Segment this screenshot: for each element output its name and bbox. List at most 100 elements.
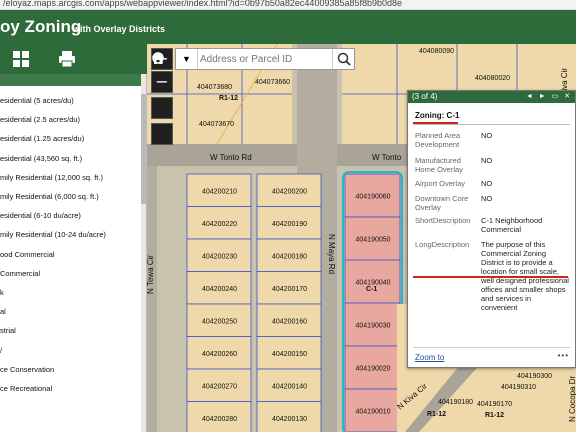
parcel-label: 404200220 (202, 221, 237, 228)
map-view[interactable]: 404200210 404200220 404200230 404200240 4042… (147, 44, 576, 432)
parcel-label: 404200260 (202, 351, 237, 358)
attribute-key: Downtown Core Overlay (415, 194, 469, 212)
legend-item[interactable]: esidential (2.5 acres/du) (0, 115, 80, 124)
parcel-label: 404200130 (272, 416, 307, 423)
more-actions-button[interactable]: ••• (558, 351, 569, 360)
search-widget: ▼ (175, 48, 355, 70)
print-icon[interactable] (58, 50, 76, 68)
legend-item[interactable]: ce Conservation (0, 365, 54, 374)
legend-item[interactable]: / (0, 346, 2, 355)
legend-item[interactable]: mily Residential (6,000 sq. ft.) (0, 192, 99, 201)
legend-item[interactable]: al (0, 307, 6, 316)
zone-label: R1-12 (219, 95, 238, 102)
parcel-label: 404190060 (356, 194, 391, 201)
attribute-key: Airport Overlay (415, 179, 466, 188)
parcel-block-c1[interactable]: 4041900604041900504041900404041900304041… (342, 171, 403, 432)
parcel-label: 404073670 (199, 121, 234, 128)
parcel-label: 404200200 (272, 188, 307, 195)
home-button[interactable] (151, 52, 173, 119)
road-label: N Maya Rd (327, 234, 336, 274)
parcel-label: 404190010 (356, 409, 391, 416)
parcel-label: 404080090 (419, 48, 454, 55)
legend-item[interactable]: esidential (43,560 sq. ft.) (0, 154, 82, 163)
parcel-label: 404190030 (356, 323, 391, 330)
popup-header: (3 of 4) ◄ ► ▭ ✕ (408, 91, 575, 103)
parcel-label: 404200240 (202, 286, 237, 293)
scrollbar-thumb[interactable] (141, 94, 146, 204)
popup-divider (413, 124, 570, 125)
zoom-out-button[interactable]: − (151, 71, 173, 93)
parcel-label: 404200160 (272, 318, 307, 325)
parcel-label: 404200250 (202, 318, 237, 325)
legend-item[interactable]: ce Recreational (0, 384, 52, 393)
popup-title: Zoning: C-1 (415, 111, 460, 120)
attribute-value: NO (481, 194, 493, 203)
parcel-label: 404190310 (501, 384, 536, 391)
legend-item[interactable]: strial (0, 326, 16, 335)
parcel-label: 404190180 (438, 399, 473, 406)
attribute-key: ShortDescription (415, 216, 471, 225)
legend-item[interactable]: mily Residential (10-24 du/acre) (0, 230, 106, 239)
parcel-label: 404190050 (356, 237, 391, 244)
parcel-label: 404190300 (517, 373, 552, 380)
road-label: N Cocopa Dr (568, 375, 576, 422)
parcel-label: 404200180 (272, 253, 307, 260)
attribute-value: NO (481, 179, 493, 188)
legend-panel: esidential (5 acres/du) esidential (2.5 a… (0, 74, 147, 432)
map-controls: + − (151, 48, 173, 146)
legend-item[interactable]: k (0, 288, 4, 297)
road-label: W Tonto (372, 153, 402, 162)
attribute-value: NO (481, 156, 493, 165)
road-label: N Tewa Cir (147, 255, 155, 294)
road-n-tewa (147, 166, 157, 432)
attribute-value: NO (481, 131, 493, 140)
parcel-block-left: 404200210 404200220 404200230 404200240 4042… (186, 173, 252, 432)
parcel-label: 404200280 (202, 416, 237, 423)
legend-item[interactable]: esidential (5 acres/du) (0, 96, 74, 105)
popup-footer-divider (413, 347, 570, 348)
legend-header (0, 74, 146, 86)
parcel-label: 404073660 (255, 79, 290, 86)
parcel-label: 404200170 (272, 286, 307, 293)
legend-scrollbar[interactable] (141, 74, 146, 432)
app-title: oy Zoning (0, 17, 82, 36)
parcel-label: 404200210 (202, 188, 237, 195)
app-subtitle: with Overlay Districts (73, 24, 166, 34)
attribute-key: Manufactured Home Overlay (415, 156, 463, 174)
road-label: W Tonto Rd (210, 153, 252, 162)
search-source-dropdown[interactable]: ▼ (176, 49, 198, 69)
search-button[interactable] (332, 49, 354, 69)
attribute-key: LongDescription (415, 240, 470, 249)
legend-item[interactable]: esidential (6-10 du/acre) (0, 211, 81, 220)
zone-label: C-1 (366, 286, 377, 293)
search-icon (337, 52, 351, 66)
zone-label: R1-12 (485, 412, 504, 419)
parcel-label: 404073680 (197, 84, 232, 91)
parcel-label: 404190170 (477, 401, 512, 408)
grid-icon[interactable] (12, 50, 30, 68)
parcel-label: 404190020 (356, 366, 391, 373)
zoom-to-link[interactable]: Zoom to (415, 353, 444, 362)
popup-counter: (3 of 4) (412, 92, 438, 101)
parcel-block-mid: 404200200 404200190 404200180 404200170 4042… (256, 173, 322, 432)
legend-item[interactable]: ood Commercial (0, 250, 55, 259)
parcel-label: 404200140 (272, 383, 307, 390)
locate-button[interactable] (151, 52, 173, 145)
address-bar[interactable]: /eloyaz.maps.arcgis.com/apps/webappviewe… (0, 0, 576, 10)
legend-item[interactable]: mily Residential (12,000 sq. ft.) (0, 173, 103, 182)
search-input[interactable] (200, 51, 326, 67)
attribute-key: Planned Area Development (415, 131, 461, 149)
parcel-label: 404200270 (202, 383, 237, 390)
panel-toolbar (0, 44, 147, 74)
legend-item[interactable]: esidential (1.25 acres/du) (0, 134, 84, 143)
parcel-label: 404200230 (202, 253, 237, 260)
locate-icon (152, 52, 164, 64)
parcel-label: 404200150 (272, 351, 307, 358)
parcel-label: 404200190 (272, 221, 307, 228)
url-text: /eloyaz.maps.arcgis.com/apps/webappviewe… (3, 0, 403, 8)
legend-item[interactable]: Commercial (0, 269, 40, 278)
popup-nav-buttons[interactable]: ◄ ► ▭ ✕ (526, 92, 572, 100)
zone-label: R1-12 (427, 411, 446, 418)
parcel-label: 404080020 (475, 75, 510, 82)
description-underline (413, 276, 568, 278)
